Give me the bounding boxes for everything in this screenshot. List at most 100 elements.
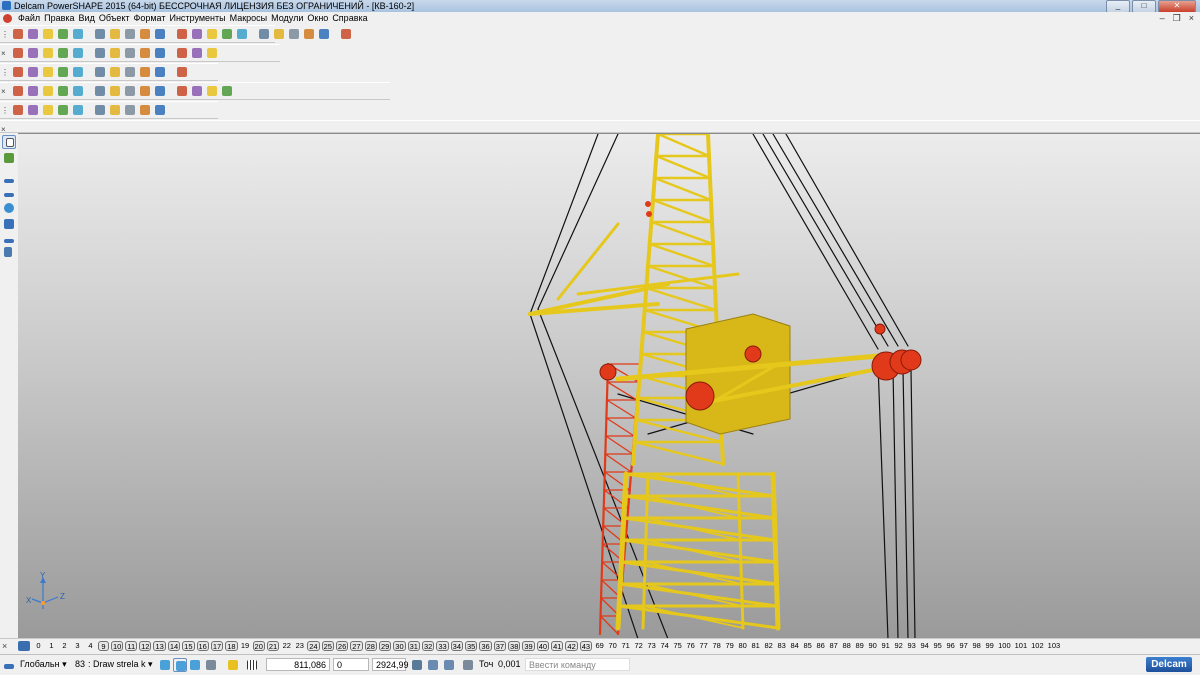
level-button[interactable]: 9 (98, 641, 109, 651)
solid-icon[interactable] (287, 27, 301, 41)
level-button[interactable]: 82 (763, 641, 774, 651)
level-button[interactable]: 14 (167, 641, 181, 651)
level-button[interactable]: 99 (984, 641, 995, 651)
level-button[interactable]: 98 (971, 641, 982, 651)
menu-item[interactable]: Макросы (230, 12, 272, 25)
level-button[interactable]: 35 (465, 641, 478, 651)
level-button[interactable]: 33 (436, 641, 449, 651)
menu-item[interactable]: Инструменты (169, 12, 229, 25)
level-button[interactable]: 100 (997, 641, 1012, 651)
levels-close-icon[interactable]: × (2, 641, 7, 651)
toolbar-close-icon[interactable]: × (1, 48, 8, 60)
solid-feature-icon[interactable] (11, 84, 25, 98)
level-button[interactable]: 81 (750, 641, 761, 651)
chamfer-icon[interactable] (138, 84, 152, 98)
zoom-out-icon[interactable] (93, 46, 107, 60)
level-button[interactable]: 42 (565, 641, 578, 651)
link-icon[interactable] (153, 65, 167, 79)
level-button[interactable]: 93 (906, 641, 917, 651)
extrude-icon[interactable] (26, 84, 40, 98)
snap-box-icon[interactable] (188, 658, 202, 672)
mdi-minimize-button[interactable]: – (1160, 13, 1165, 24)
level-button[interactable]: 13 (153, 641, 166, 651)
coord-y-field[interactable]: 0 (333, 658, 369, 671)
select-icon[interactable] (11, 65, 25, 79)
view-iso-icon[interactable] (56, 46, 70, 60)
pattern-icon[interactable] (220, 84, 234, 98)
level-button[interactable]: 85 (802, 641, 813, 651)
level-button[interactable]: 88 (841, 641, 852, 651)
smart-cursor-icon[interactable] (173, 658, 187, 672)
zoom-fit-icon[interactable] (108, 46, 122, 60)
level-button[interactable]: 92 (893, 641, 904, 651)
grid-icon[interactable] (245, 658, 259, 672)
level-button[interactable]: 34 (450, 641, 464, 651)
line-icon[interactable] (190, 27, 204, 41)
command-input[interactable]: Ввести команду (525, 658, 630, 671)
coord-z-field[interactable]: 2924,99 (372, 658, 409, 671)
measure-icon[interactable] (2, 245, 16, 259)
level-button[interactable]: 15 (182, 641, 195, 651)
level-button[interactable]: 25 (321, 641, 334, 651)
sweep-icon[interactable] (56, 84, 70, 98)
insert-icon[interactable] (71, 103, 85, 117)
revolve-icon[interactable] (41, 84, 55, 98)
motion-icon[interactable] (153, 103, 167, 117)
menu-item[interactable]: Правка (44, 12, 78, 25)
curve-icon[interactable] (235, 27, 249, 41)
level-button[interactable]: 27 (350, 641, 363, 651)
levels-icon[interactable] (18, 641, 30, 651)
light-icon[interactable] (190, 46, 204, 60)
menu-item[interactable]: Окно (307, 12, 332, 25)
quick-select-icon[interactable] (2, 151, 16, 165)
level-button[interactable]: 16 (196, 641, 209, 651)
view-top-icon[interactable] (11, 46, 25, 60)
level-button[interactable]: 36 (479, 641, 492, 651)
level-button[interactable]: 12 (139, 641, 152, 651)
surface-icon[interactable] (272, 27, 286, 41)
level-button[interactable]: 97 (958, 641, 969, 651)
zoom-box-icon[interactable] (123, 46, 137, 60)
workplane-select[interactable]: Глобальн ▾ (20, 658, 67, 671)
shell-icon[interactable] (153, 84, 167, 98)
level-button[interactable]: 18 (225, 641, 238, 651)
level-button[interactable]: 79 (724, 641, 735, 651)
constraint-icon[interactable] (41, 103, 55, 117)
symbol-icon[interactable] (302, 27, 316, 41)
cube-icon[interactable] (123, 65, 137, 79)
shade-icon[interactable] (153, 46, 167, 60)
level-button[interactable]: 96 (945, 641, 956, 651)
edit-icon[interactable] (41, 65, 55, 79)
level-button[interactable]: 24 (307, 641, 320, 651)
mate-icon[interactable] (56, 103, 70, 117)
bom-icon[interactable] (123, 103, 137, 117)
text-icon[interactable] (257, 27, 271, 41)
workplane-status-icon[interactable] (2, 658, 16, 672)
cut-icon[interactable] (71, 27, 85, 41)
menu-item[interactable]: Объект (99, 12, 134, 25)
level-button[interactable]: 89 (854, 641, 865, 651)
local-axis-icon[interactable] (2, 185, 16, 199)
principal-plane-icon[interactable] (226, 658, 240, 672)
level-button[interactable]: 77 (698, 641, 709, 651)
level-button[interactable]: 37 (493, 641, 507, 651)
level-button[interactable]: 103 (1047, 641, 1062, 651)
menu-item[interactable]: Справка (332, 12, 371, 25)
level-select[interactable]: : Draw strela k ▾ (88, 658, 153, 671)
level-button[interactable]: 2 (59, 641, 70, 651)
offset-icon[interactable] (190, 84, 204, 98)
coord-x-field[interactable]: 811,086 (266, 658, 330, 671)
open-icon[interactable] (26, 27, 40, 41)
circle-icon[interactable] (220, 27, 234, 41)
level-button[interactable]: 69 (594, 641, 605, 651)
level-button[interactable]: 73 (646, 641, 657, 651)
level-button[interactable]: 40 (536, 641, 550, 651)
wireframe-icon[interactable] (175, 27, 189, 41)
mirror-icon[interactable] (205, 84, 219, 98)
level-button[interactable]: 32 (421, 641, 435, 651)
level-button[interactable]: 30 (393, 641, 406, 651)
level-button[interactable]: 76 (685, 641, 696, 651)
level-button[interactable]: 21 (266, 641, 280, 651)
crane-3d-model[interactable] (18, 134, 1200, 639)
save-icon[interactable] (41, 27, 55, 41)
